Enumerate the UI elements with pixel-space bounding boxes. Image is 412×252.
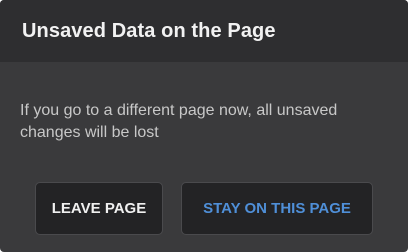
dialog-title: Unsaved Data on the Page <box>22 19 276 42</box>
unsaved-data-dialog: Unsaved Data on the Page If you go to a … <box>0 0 408 252</box>
dialog-header: Unsaved Data on the Page <box>0 0 408 62</box>
dialog-message: If you go to a different page now, all u… <box>20 102 338 141</box>
leave-page-button[interactable]: LEAVE PAGE <box>35 182 163 235</box>
dialog-button-row: LEAVE PAGE STAY ON THIS PAGE <box>0 182 408 235</box>
stay-on-page-button[interactable]: STAY ON THIS PAGE <box>181 182 373 235</box>
